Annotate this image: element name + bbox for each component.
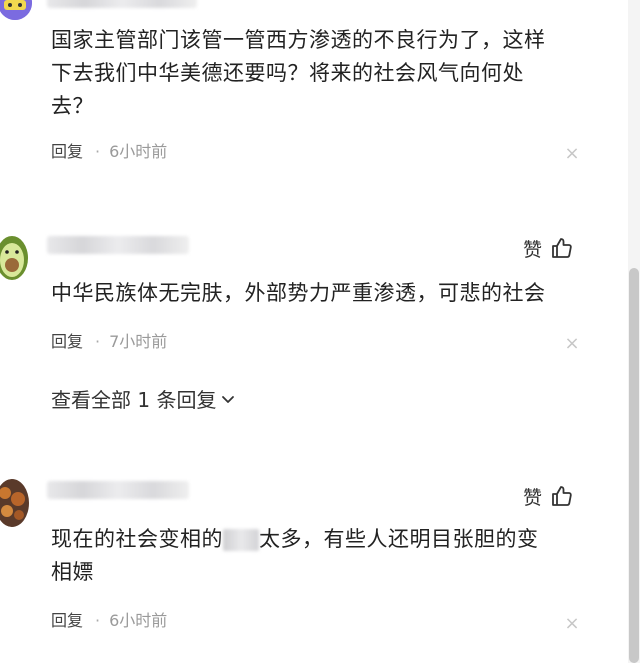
comment-meta: 回复 · 6小时前 <box>51 141 167 163</box>
timestamp: 6小时前 <box>109 142 168 161</box>
like-label: 赞 <box>523 238 543 261</box>
like-button[interactable]: 赞 <box>523 234 574 262</box>
view-all-replies-button[interactable]: 查看全部 1 条回复 <box>51 384 236 413</box>
scrollbar-thumb[interactable] <box>629 268 639 663</box>
like-label: 赞 <box>523 486 543 509</box>
like-button[interactable]: 赞 <box>523 482 574 510</box>
username-blurred <box>47 0 197 8</box>
avatar-image <box>0 0 32 20</box>
separator: · <box>95 332 101 351</box>
username-blurred <box>47 481 189 499</box>
avatar[interactable] <box>0 0 32 20</box>
comment-segment: 现在的社会变相的 <box>51 527 223 551</box>
reply-button[interactable]: 回复 <box>51 610 83 632</box>
separator: · <box>95 142 101 161</box>
username-blurred <box>47 236 189 254</box>
comment-text: 国家主管部门该管一管西方渗透的不良行为了，这样 下去我们中华美德还要吗？将来的社… <box>51 24 591 123</box>
thumbs-up-icon <box>552 238 572 258</box>
comment-line: 现在的社会变相的 太多，有些人还明目张胆的变 <box>51 523 591 556</box>
comment-meta: 回复 · 7小时前 <box>51 331 167 353</box>
thumbs-up-icon <box>552 486 572 506</box>
comment-text: 现在的社会变相的 太多，有些人还明目张胆的变 相嫖 <box>51 523 591 589</box>
avatar[interactable] <box>0 234 30 282</box>
separator: · <box>95 611 101 630</box>
avocado-avatar <box>0 236 28 280</box>
comment-line: 去？ <box>51 94 94 118</box>
avatar[interactable] <box>0 479 30 527</box>
comment-line: 相嫖 <box>51 560 94 584</box>
reply-button[interactable]: 回复 <box>51 141 83 163</box>
comment-segment: 太多，有些人还明目张胆的变 <box>259 527 539 551</box>
censored-word <box>223 529 259 551</box>
comment-meta: 回复 · 6小时前 <box>51 610 167 632</box>
close-icon[interactable]: × <box>562 334 582 354</box>
reply-button[interactable]: 回复 <box>51 331 83 353</box>
comment-text: 中华民族体无完肤，外部势力严重渗透，可悲的社会 <box>51 277 591 310</box>
comment-line: 中华民族体无完肤，外部势力严重渗透，可悲的社会 <box>51 281 546 305</box>
comment-line: 国家主管部门该管一管西方渗透的不良行为了，这样 <box>51 28 546 52</box>
view-replies-label: 查看全部 1 条回复 <box>51 388 217 412</box>
timestamp: 6小时前 <box>109 611 168 630</box>
food-avatar <box>0 479 29 527</box>
close-icon[interactable]: × <box>562 614 582 634</box>
close-icon[interactable]: × <box>562 144 582 164</box>
timestamp: 7小时前 <box>109 332 168 351</box>
chevron-down-icon <box>222 395 235 403</box>
comment-line: 下去我们中华美德还要吗？将来的社会风气向何处 <box>51 61 524 85</box>
